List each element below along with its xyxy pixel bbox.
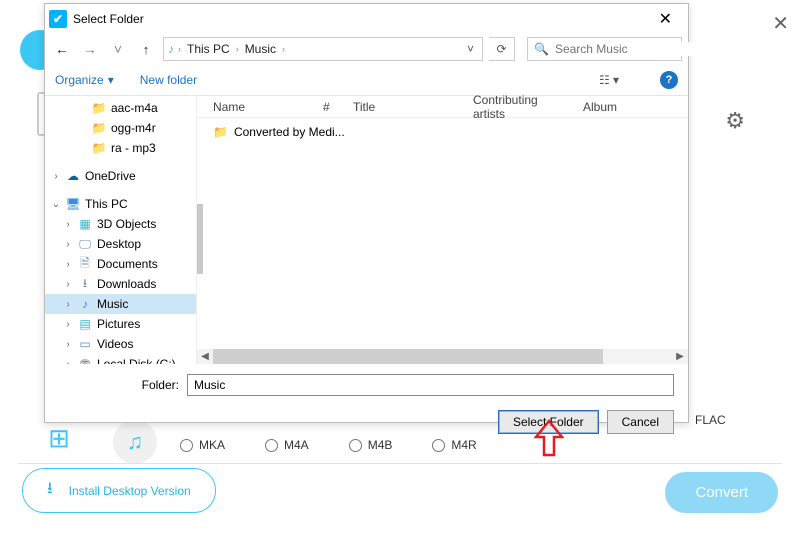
tree-localdisk[interactable]: ›⛃Local Disk (C:) bbox=[45, 354, 196, 364]
tree-ogg[interactable]: 📁ogg-m4r bbox=[45, 118, 196, 138]
col-album[interactable]: Album bbox=[577, 100, 623, 114]
view-menu[interactable]: ☷ ▾ bbox=[592, 69, 626, 91]
horizontal-scrollbar[interactable]: ◀ ▶ bbox=[197, 349, 688, 364]
col-num[interactable]: # bbox=[317, 100, 347, 114]
tree-videos[interactable]: ›▭Videos bbox=[45, 334, 196, 354]
forward-button[interactable]: → bbox=[79, 41, 101, 57]
breadcrumb[interactable]: ♪ › This PC › Music › ˅ bbox=[163, 37, 483, 61]
tree-desktop[interactable]: ›🖵Desktop bbox=[45, 234, 196, 254]
search-box[interactable]: 🔍 bbox=[527, 37, 682, 61]
gear-icon[interactable]: ⚙ bbox=[725, 108, 745, 134]
nav-bar: ← → ˅ ↑ ♪ › This PC › Music › ˅ ⟳ 🔍 bbox=[45, 34, 688, 64]
tree-3dobjects[interactable]: ›▦3D Objects bbox=[45, 214, 196, 234]
folder-label: Folder: bbox=[59, 378, 179, 392]
organize-menu[interactable]: Organize ▾ bbox=[55, 73, 114, 87]
crumb-thispc[interactable]: This PC bbox=[185, 42, 232, 56]
crumb-dropdown-icon[interactable]: ˅ bbox=[463, 42, 478, 56]
up-button[interactable]: ↑ bbox=[135, 42, 157, 57]
format-flac[interactable]: FLAC bbox=[695, 413, 726, 427]
app-icon: ✔ bbox=[49, 10, 67, 28]
file-list[interactable]: Name # Title Contributing artists Album … bbox=[197, 96, 688, 364]
tree-music[interactable]: ›♪Music bbox=[45, 294, 196, 314]
tree-aac[interactable]: 📁aac-m4a bbox=[45, 98, 196, 118]
nav-tree[interactable]: 📁aac-m4a 📁ogg-m4r 📁ra - mp3 ›☁OneDrive ⌄… bbox=[45, 96, 197, 364]
chevron-right-icon: › bbox=[236, 44, 239, 54]
music-icon: ♪ bbox=[168, 42, 174, 56]
dialog-footer: Folder: Select Folder Cancel bbox=[45, 364, 688, 444]
tree-thispc[interactable]: ⌄🖥This PC bbox=[45, 194, 196, 214]
col-title[interactable]: Title bbox=[347, 100, 467, 114]
chevron-right-icon: › bbox=[282, 44, 285, 54]
column-headers[interactable]: Name # Title Contributing artists Album bbox=[197, 96, 688, 118]
folder-input[interactable] bbox=[187, 374, 674, 396]
tree-documents[interactable]: ›🗎Documents bbox=[45, 254, 196, 274]
tree-downloads[interactable]: ›⭳Downloads bbox=[45, 274, 196, 294]
chevron-down-icon: ▾ bbox=[108, 73, 114, 87]
back-button[interactable]: ← bbox=[51, 41, 73, 57]
crumb-music[interactable]: Music bbox=[243, 42, 278, 56]
divider bbox=[18, 463, 782, 464]
search-icon: 🔍 bbox=[534, 42, 549, 56]
history-dropdown-icon[interactable]: ˅ bbox=[107, 41, 129, 57]
cancel-button[interactable]: Cancel bbox=[607, 410, 674, 434]
tree-ra[interactable]: 📁ra - mp3 bbox=[45, 138, 196, 158]
install-label: Install Desktop Version bbox=[69, 484, 191, 498]
app-close-icon[interactable]: ✕ bbox=[772, 11, 789, 36]
new-folder-button[interactable]: New folder bbox=[140, 73, 197, 87]
folder-row[interactable]: 📁Converted by Medi... bbox=[197, 122, 688, 142]
install-desktop-button[interactable]: ⭳ Install Desktop Version bbox=[22, 468, 216, 513]
close-icon[interactable]: ✕ bbox=[647, 5, 684, 33]
download-icon: ⭳ bbox=[47, 477, 53, 504]
select-folder-dialog: ✔ Select Folder ✕ ← → ˅ ↑ ♪ › This PC › … bbox=[44, 3, 689, 423]
col-name[interactable]: Name bbox=[207, 100, 317, 114]
col-artists[interactable]: Contributing artists bbox=[467, 93, 577, 121]
search-input[interactable] bbox=[555, 42, 710, 56]
dialog-titlebar: ✔ Select Folder ✕ bbox=[45, 4, 688, 34]
chevron-right-icon: › bbox=[178, 44, 181, 54]
select-folder-button[interactable]: Select Folder bbox=[498, 410, 599, 434]
toolbar: Organize ▾ New folder ☷ ▾ ? bbox=[45, 64, 688, 96]
scroll-left-icon[interactable]: ◀ bbox=[197, 351, 213, 362]
dialog-title: Select Folder bbox=[73, 12, 144, 26]
scroll-right-icon[interactable]: ▶ bbox=[672, 351, 688, 362]
refresh-button[interactable]: ⟳ bbox=[489, 37, 515, 61]
convert-button[interactable]: Convert bbox=[665, 472, 778, 513]
help-icon[interactable]: ? bbox=[660, 71, 678, 89]
tree-pictures[interactable]: ›▤Pictures bbox=[45, 314, 196, 334]
folder-icon: 📁 bbox=[213, 125, 228, 139]
tree-onedrive[interactable]: ›☁OneDrive bbox=[45, 166, 196, 186]
